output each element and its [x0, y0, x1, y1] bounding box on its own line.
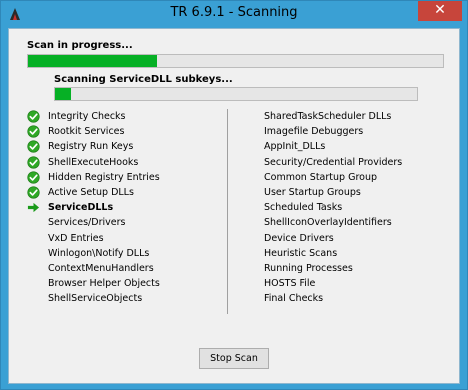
check-item-label: Device Drivers — [264, 232, 334, 244]
check-item-label: Security/Credential Providers — [264, 156, 403, 168]
check-item-label: Services/Drivers — [48, 217, 126, 229]
check-item: Services/Drivers — [27, 215, 160, 230]
check-item: ShellIconOverlayIdentifiers — [264, 215, 402, 230]
main-progress-bar — [27, 54, 444, 68]
check-item-label: Heuristic Scans — [264, 247, 338, 259]
check-item: SharedTaskScheduler DLLs — [264, 109, 402, 124]
check-item-label: Browser Helper Objects — [48, 278, 160, 290]
check-item: Common Startup Group — [264, 170, 402, 185]
check-item-label: ShellServiceObjects — [48, 293, 143, 305]
check-item: Hidden Registry Entries — [27, 170, 160, 185]
check-item: User Startup Groups — [264, 185, 402, 200]
check-item: ContextMenuHandlers — [27, 261, 160, 276]
check-item-label: ServiceDLLs — [48, 202, 114, 214]
check-item-label: Hidden Registry Entries — [48, 171, 160, 183]
checkmark-icon — [27, 155, 40, 169]
check-item: Integrity Checks — [27, 109, 160, 124]
check-item-label: SharedTaskScheduler DLLs — [264, 111, 392, 122]
check-item: Device Drivers — [264, 231, 402, 246]
check-item-label: Scheduled Tasks — [264, 202, 343, 214]
check-item-label: ShellExecuteHooks — [48, 156, 139, 168]
check-item: VxD Entries — [27, 231, 160, 246]
check-item: Scheduled Tasks — [264, 200, 402, 215]
check-item-label: User Startup Groups — [264, 186, 361, 198]
check-item-label: AppInit_DLLs — [264, 141, 326, 153]
check-item-label: Imagefile Debuggers — [264, 126, 364, 138]
check-item: Heuristic Scans — [264, 246, 402, 261]
checkmark-icon — [27, 186, 40, 199]
check-item: Active Setup DLLs — [27, 185, 160, 200]
main-progress-label: Scan in progress... — [27, 40, 133, 51]
scan-panel: Scan in progress... Scanning ServiceDLL … — [8, 28, 460, 384]
sub-progress-bar — [54, 87, 418, 101]
check-item-label: VxD Entries — [48, 232, 104, 244]
check-item: Imagefile Debuggers — [264, 124, 402, 139]
column-divider — [227, 109, 228, 314]
check-item-label: Registry Run Keys — [48, 141, 134, 153]
title-bar[interactable]: TR 6.9.1 - Scanning ✕ — [1, 1, 467, 28]
checkmark-icon — [27, 125, 40, 138]
check-item: ShellServiceObjects — [27, 291, 160, 306]
check-item-label: Winlogon\Notify DLLs — [48, 247, 150, 259]
checkmark-icon — [27, 140, 40, 154]
check-item-label: ShellIconOverlayIdentifiers — [264, 217, 392, 229]
check-item: HOSTS File — [264, 276, 402, 291]
check-item: Security/Credential Providers — [264, 155, 402, 170]
check-item: ShellExecuteHooks — [27, 155, 160, 170]
check-list-left: Integrity Checks Rootkit Services Registry… — [27, 109, 160, 306]
check-item: Winlogon\Notify DLLs — [27, 246, 160, 261]
check-item: Registry Run Keys — [27, 139, 160, 154]
check-item: Final Checks — [264, 291, 402, 306]
check-item-label: HOSTS File — [264, 278, 316, 290]
stop-scan-button[interactable]: Stop Scan — [199, 348, 269, 369]
check-item-label: Common Startup Group — [264, 171, 378, 183]
check-item: Running Processes — [264, 261, 402, 276]
sub-progress-label: Scanning ServiceDLL subkeys... — [54, 74, 233, 85]
checkmark-icon — [27, 110, 40, 123]
check-item: AppInit_DLLs — [264, 139, 402, 154]
check-item-label: Final Checks — [264, 293, 324, 305]
check-item: ServiceDLLs — [27, 200, 160, 215]
app-window: TR 6.9.1 - Scanning ✕ Scan in progress..… — [0, 0, 468, 390]
check-item-label: Running Processes — [264, 262, 353, 274]
check-item: Browser Helper Objects — [27, 276, 160, 291]
arrow-right-icon — [27, 202, 40, 213]
close-button[interactable]: ✕ — [418, 1, 462, 21]
window-title: TR 6.9.1 - Scanning — [170, 5, 298, 20]
checkmark-icon — [27, 171, 40, 184]
check-item-label: Integrity Checks — [48, 111, 126, 122]
sub-progress-fill — [55, 88, 72, 100]
check-item-label: Rootkit Services — [48, 126, 125, 138]
main-progress-fill — [28, 55, 157, 67]
check-list-right: SharedTaskScheduler DLLs Imagefile Debugg… — [264, 109, 402, 306]
check-item: Rootkit Services — [27, 124, 160, 139]
check-item-label: Active Setup DLLs — [48, 186, 134, 198]
check-item-label: ContextMenuHandlers — [48, 262, 154, 274]
